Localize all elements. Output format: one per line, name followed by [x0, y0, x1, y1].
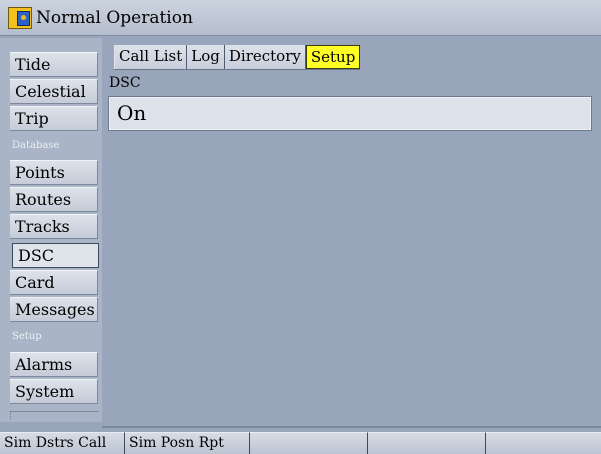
sidebar-item-card[interactable]: Card [10, 270, 98, 295]
dsc-on-off-field[interactable]: On [108, 96, 592, 131]
softkey-bar: Sim Dstrs Call Sim Posn Rpt [0, 432, 601, 454]
sidebar-item-tide[interactable]: Tide [10, 52, 98, 77]
sidebar-header-setup: Setup [12, 331, 42, 342]
sidebar-item-routes[interactable]: Routes [10, 187, 98, 212]
sidebar-item-messages[interactable]: Messages [10, 297, 98, 322]
sidebar-item-alarms[interactable]: Alarms [10, 352, 98, 377]
title-bar: Normal Operation [0, 0, 601, 36]
tab-call-list[interactable]: Call List [114, 45, 188, 69]
sidebar-item-system[interactable]: System [10, 379, 98, 404]
divider [102, 426, 601, 428]
sidebar-item-points[interactable]: Points [10, 160, 98, 185]
main-panel: Call List Log Directory Setup DSC On [102, 38, 601, 432]
softkey-5[interactable] [486, 432, 601, 454]
sidebar-header-database: Database [12, 140, 60, 151]
sidebar-item-dsc[interactable]: DSC [12, 243, 99, 268]
sidebar: Tide Celestial Trip Database Points Rout… [0, 38, 102, 422]
sidebar-scroll-stub [10, 411, 99, 419]
dsc-section-label: DSC [109, 75, 141, 91]
sidebar-item-celestial[interactable]: Celestial [10, 79, 98, 104]
map-book-icon [8, 7, 32, 29]
sim-distress-call-button[interactable]: Sim Dstrs Call [0, 432, 125, 454]
tab-log[interactable]: Log [187, 45, 225, 69]
tab-bar: Call List Log Directory Setup [114, 45, 361, 70]
page-title: Normal Operation [36, 8, 193, 28]
tab-directory[interactable]: Directory [224, 45, 306, 69]
tab-setup[interactable]: Setup [305, 45, 361, 69]
sim-position-report-button[interactable]: Sim Posn Rpt [125, 432, 250, 454]
softkey-4[interactable] [368, 432, 486, 454]
sidebar-item-tracks[interactable]: Tracks [10, 214, 98, 239]
softkey-3[interactable] [250, 432, 368, 454]
sidebar-item-trip[interactable]: Trip [10, 106, 98, 131]
